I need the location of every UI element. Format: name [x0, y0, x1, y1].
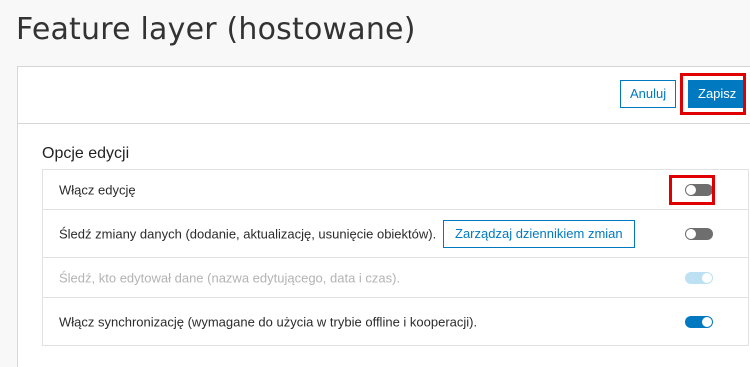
option-row-track-changes: Śledź zmiany danych (dodanie, aktualizac…	[43, 210, 748, 258]
page-title: Feature layer (hostowane)	[16, 12, 416, 47]
option-label: Włącz edycję	[59, 182, 136, 197]
settings-panel: Anuluj Zapisz Opcje edycji Włącz edycję …	[17, 66, 750, 367]
option-row-enable-editing: Włącz edycję	[43, 170, 748, 210]
save-button[interactable]: Zapisz	[688, 80, 747, 108]
enable-sync-toggle[interactable]	[685, 315, 713, 328]
editing-options-list: Włącz edycję Śledź zmiany danych (dodani…	[42, 169, 749, 346]
track-editors-toggle	[685, 271, 713, 284]
toggle-knob	[686, 184, 696, 195]
option-row-track-editors: Śledź, kto edytował dane (nazwa edytując…	[43, 258, 748, 298]
option-label: Śledź zmiany danych (dodanie, aktualizac…	[59, 226, 437, 241]
action-toolbar: Anuluj Zapisz	[18, 67, 750, 124]
enable-editing-toggle[interactable]	[685, 183, 713, 196]
cancel-button[interactable]: Anuluj	[620, 80, 677, 108]
toggle-knob	[686, 228, 696, 239]
track-changes-toggle[interactable]	[685, 227, 713, 240]
option-row-enable-sync: Włącz synchronizację (wymagane do użycia…	[43, 298, 748, 346]
toggle-knob	[702, 272, 712, 283]
manage-changelog-button[interactable]: Zarządzaj dziennikiem zmian	[443, 219, 635, 248]
option-label: Włącz synchronizację (wymagane do użycia…	[59, 314, 478, 329]
toggle-knob	[702, 316, 712, 327]
option-label: Śledź, kto edytował dane (nazwa edytując…	[59, 270, 401, 285]
section-title-editing: Opcje edycji	[42, 145, 130, 162]
